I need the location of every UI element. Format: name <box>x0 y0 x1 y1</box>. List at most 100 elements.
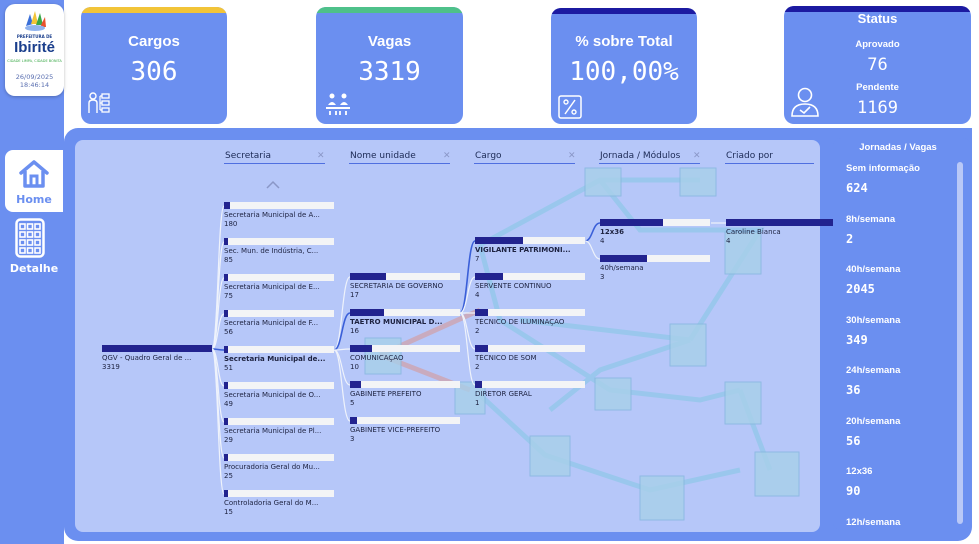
tree-node-root[interactable]: QGV - Quadro Geral de ... 3319 <box>102 345 212 372</box>
nav-home-label: Home <box>16 193 52 206</box>
tree-node-cargo[interactable]: DIRETOR GERAL 1 <box>475 381 585 408</box>
status-pendente-value: 1169 <box>857 98 898 118</box>
kpi-percent-title: % sobre Total <box>575 33 673 50</box>
node-value: 4 <box>475 291 480 299</box>
nav-detail-button[interactable]: Detalhe <box>5 215 63 277</box>
nav-home-button[interactable]: Home <box>5 150 63 212</box>
jornadas-scrollbar[interactable] <box>957 162 963 524</box>
tree-node-unidade[interactable]: COMUNICAÇÃO 10 <box>350 345 460 372</box>
people-group-icon <box>326 93 350 115</box>
node-value: 180 <box>224 220 238 228</box>
tree-node-unidade[interactable]: GABINETE VICE-PREFEITO 3 <box>350 417 460 444</box>
decomposition-tree-visual[interactable] <box>75 140 820 532</box>
jornada-label: Sem informação <box>846 163 920 174</box>
node-bar-fill <box>726 219 836 226</box>
node-value: 75 <box>224 292 233 300</box>
node-bar <box>224 310 334 317</box>
node-bar-fill <box>224 418 229 425</box>
status-aprovado-label: Aprovado <box>855 39 900 50</box>
kpi-accent-bar <box>316 7 463 13</box>
refresh-datetime: 26/09/2025 18:46:14 <box>5 73 64 89</box>
jornada-value: 2 <box>846 231 854 246</box>
node-bar-fill <box>224 310 229 317</box>
kpi-accent-bar <box>81 7 227 13</box>
kpi-percent-value: 100,00% <box>569 57 679 87</box>
node-bar-fill <box>224 346 229 353</box>
tree-node-secretaria[interactable]: Sec. Mun. de Indústria, C... 85 <box>224 238 334 265</box>
node-bar <box>475 309 585 316</box>
tree-node-cargo[interactable]: SERVENTE CONTINUO 4 <box>475 273 585 300</box>
clear-level-icon[interactable]: ✕ <box>443 151 451 161</box>
node-label: DIRETOR GERAL <box>475 390 532 398</box>
tree-node-secretaria[interactable]: Secretaria Municipal de A... 180 <box>224 202 334 229</box>
node-label: Secretaria Municipal de... <box>224 355 326 363</box>
node-label: GABINETE PREFEITO <box>350 390 422 398</box>
node-bar-fill <box>350 309 385 316</box>
jornada-label: 8h/semana <box>846 213 896 225</box>
logo-slogan: CIDADE LIMPA, CIDADE BONITA <box>7 59 62 63</box>
tree-node-cargo[interactable]: TÉCNICO DE SOM 2 <box>475 345 585 372</box>
tree-node-criado[interactable]: Caroline Bianca 4 <box>726 219 836 246</box>
node-value: 10 <box>350 363 359 371</box>
node-label: TÉCNICO DE ILUMINAÇÃO <box>475 318 565 326</box>
node-value: 3 <box>600 273 605 281</box>
node-bar-fill <box>224 274 229 281</box>
tree-node-jornada[interactable]: 12x36 4 <box>600 219 710 246</box>
node-bar <box>224 490 334 497</box>
header-underline <box>725 163 814 164</box>
tree-node-cargo[interactable]: TÉCNICO DE ILUMINAÇÃO 2 <box>475 309 585 336</box>
node-label: SECRETARIA DE GOVERNO <box>350 282 444 290</box>
tree-node-secretaria[interactable]: Secretaria Municipal de F... 56 <box>224 310 334 337</box>
tree-node-jornada[interactable]: 40h/semana 3 <box>600 255 710 282</box>
refresh-date: 26/09/2025 <box>15 73 54 81</box>
jornada-value: 624 <box>846 181 868 195</box>
node-value: 1 <box>475 399 480 407</box>
node-bar <box>224 274 334 281</box>
node-bar-fill <box>475 381 482 388</box>
scroll-up-chevron-icon[interactable] <box>266 180 280 189</box>
node-value: 56 <box>224 328 233 336</box>
jornada-label: 24h/semana <box>846 365 901 376</box>
node-bar-fill <box>102 345 212 352</box>
node-bar-fill <box>475 345 489 352</box>
node-value: 2 <box>475 327 480 335</box>
tree-node-secretaria[interactable]: Secretaria Municipal de E... 75 <box>224 274 334 301</box>
tree-node-secretaria[interactable]: Secretaria Municipal de Pl... 29 <box>224 418 334 445</box>
clear-level-icon[interactable]: ✕ <box>693 151 701 161</box>
node-label: Secretaria Municipal de Pl... <box>224 427 322 435</box>
tree-node-secretaria[interactable]: Secretaria Municipal de O... 49 <box>224 382 334 409</box>
tree-header-secretaria[interactable]: Secretaria <box>225 151 271 161</box>
node-label: VIGILANTE PATRIMONI... <box>475 246 571 254</box>
node-bar <box>102 345 212 352</box>
kpi-card-cargos: Cargos 306 <box>81 7 227 124</box>
node-bar <box>475 345 585 352</box>
tree-node-secretaria[interactable]: Procuradoria Geral do Mu... 25 <box>224 454 334 481</box>
node-label: TÉCNICO DE SOM <box>475 354 537 362</box>
tree-node-unidade[interactable]: TAETRO MUNICIPAL D... 16 <box>350 309 460 336</box>
jornada-value: 349 <box>846 332 868 347</box>
tree-node-secretaria[interactable]: Controladoria Geral do M... 15 <box>224 490 334 517</box>
node-label: SERVENTE CONTINUO <box>475 282 552 290</box>
tree-header-jornada[interactable]: Jornada / Módulos <box>600 151 680 161</box>
tree-header-cargo[interactable]: Cargo <box>475 151 502 161</box>
clear-level-icon[interactable]: ✕ <box>317 151 325 161</box>
tree-node-secretaria[interactable]: Secretaria Municipal de... 51 <box>224 346 334 373</box>
tree-header-unidade[interactable]: Nome unidade <box>350 151 416 161</box>
node-bar-fill <box>224 238 229 245</box>
node-label: 12x36 <box>600 228 624 236</box>
jornada-value: 2045 <box>846 282 875 296</box>
tree-header-criado[interactable]: Criado por <box>726 151 773 161</box>
node-label: 40h/semana <box>600 264 644 272</box>
clear-level-icon[interactable]: ✕ <box>568 151 576 161</box>
node-bar-fill <box>350 381 361 388</box>
node-bar <box>224 202 334 209</box>
node-bar-fill <box>350 417 357 424</box>
header-underline <box>474 163 575 164</box>
tree-node-unidade[interactable]: GABINETE PREFEITO 5 <box>350 381 460 408</box>
tree-node-unidade[interactable]: SECRETARIA DE GOVERNO 17 <box>350 273 460 300</box>
node-value: 25 <box>224 472 233 480</box>
logo-card: PREFEITURA DE Ibirité CIDADE LIMPA, CIDA… <box>5 4 64 96</box>
node-bar-fill <box>350 345 372 352</box>
node-value: 4 <box>600 237 605 245</box>
tree-node-cargo[interactable]: VIGILANTE PATRIMONI... 7 <box>475 237 585 264</box>
